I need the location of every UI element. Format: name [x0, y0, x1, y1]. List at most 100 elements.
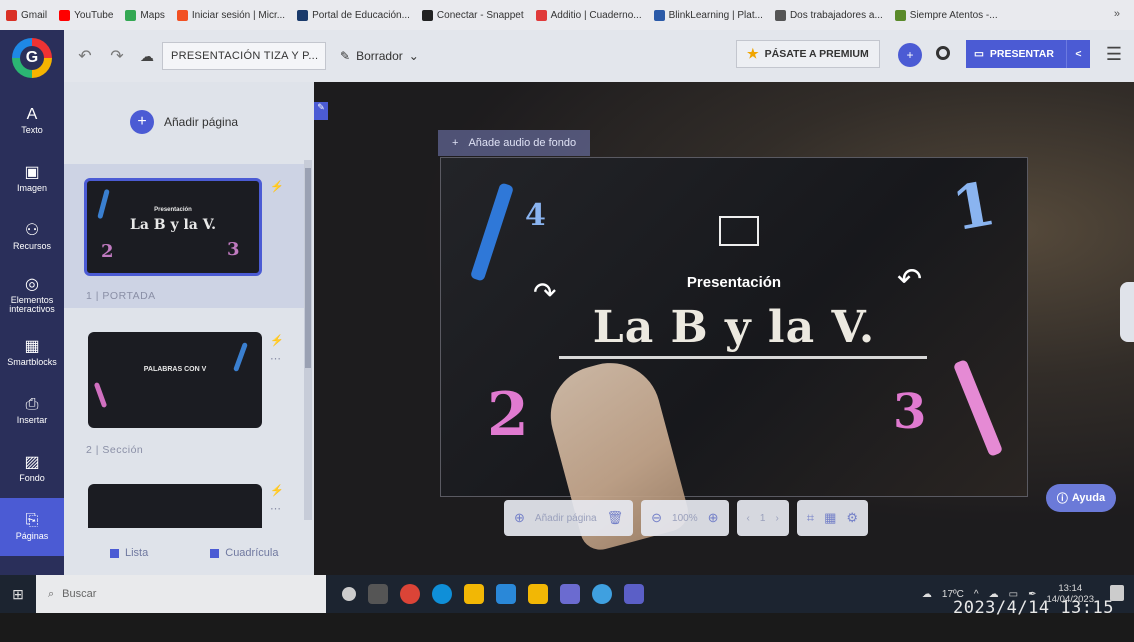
sidebar-item-insertar[interactable]: ⎙ Insertar	[0, 382, 64, 440]
bookmark-item[interactable]: Conectar - Snappet	[421, 9, 524, 21]
page-item[interactable]: PALABRAS CON V ⚡ ⋯ 2 | Sección	[64, 318, 304, 462]
sidebar-item-recursos[interactable]: ⚇ Recursos	[0, 208, 64, 266]
app-icon[interactable]	[592, 584, 612, 604]
widgets-icon[interactable]	[368, 584, 388, 604]
page-label: 2 | Sección	[86, 444, 144, 456]
sidebar-item-texto[interactable]: A Texto	[0, 92, 64, 150]
upgrade-premium-label: PÁSATE A PREMIUM	[764, 48, 869, 60]
bookmark-item[interactable]: YouTube	[59, 9, 113, 21]
title-underline	[559, 356, 927, 359]
collaborators-avatar[interactable]: +	[898, 43, 922, 67]
bookmark-item[interactable]: Gmail	[6, 9, 48, 21]
draft-label: Borrador	[356, 49, 403, 63]
windows-start-icon[interactable]: ⊞	[0, 586, 36, 603]
bookmark-label: Dos trabajadores a...	[789, 9, 883, 21]
sidebar-item-label: Texto	[21, 125, 43, 135]
page-thumbnail[interactable]: PALABRAS CON V	[88, 332, 262, 428]
taskbar-search[interactable]: ⌕ Buscar	[36, 575, 326, 613]
present-button[interactable]: ▭ PRESENTAR <	[966, 40, 1090, 68]
bookmark-item[interactable]: Siempre Atentos -...	[894, 9, 998, 21]
prev-page-icon[interactable]: ‹	[747, 513, 750, 524]
page-item[interactable]: ⚡ ⋯	[64, 472, 304, 528]
page-item[interactable]: Presentación La B y la V. 2 3 ⚡ 1 | PORT…	[64, 164, 304, 308]
undo-icon[interactable]: ↶	[74, 46, 96, 66]
bookmark-item[interactable]: Dos trabajadores a...	[774, 9, 883, 21]
bookmark-label: Portal de Educación...	[312, 9, 410, 21]
zoom-out-icon[interactable]: ⊖	[651, 510, 662, 526]
sidebar-item-imagen[interactable]: ▣ Imagen	[0, 150, 64, 208]
genially-logo[interactable]: G	[12, 38, 52, 78]
add-page-button[interactable]: + Añadir página	[64, 102, 314, 142]
upgrade-premium-button[interactable]: ★ PÁSATE A PREMIUM	[736, 40, 880, 68]
hamburger-menu-icon[interactable]: ☰	[1106, 44, 1122, 65]
page-thumbnail[interactable]	[88, 484, 262, 528]
bottom-add-page-label[interactable]: Añadir página	[535, 513, 597, 524]
store-icon[interactable]	[528, 584, 548, 604]
bookmark-item[interactable]: Maps	[125, 9, 165, 21]
sidebar-item-smartblocks[interactable]: ▦ Smartblocks	[0, 324, 64, 382]
page-actions[interactable]: ⚡	[270, 178, 284, 196]
sidebar-item-fondo[interactable]: ▨ Fondo	[0, 440, 64, 498]
sidebar-item-elementos[interactable]: ◎ Elementos interactivos	[0, 266, 64, 324]
page-actions[interactable]: ⚡ ⋯	[270, 332, 284, 368]
pencil-icon: ✎	[340, 49, 351, 63]
trash-icon[interactable]: 🗑	[607, 510, 624, 526]
add-background-audio-button[interactable]: + Añade audio de fondo	[438, 130, 591, 156]
next-page-icon[interactable]: ›	[775, 513, 778, 524]
page-number: 1	[759, 512, 766, 524]
insertar-icon: ⎙	[25, 396, 39, 413]
pink-chalk	[952, 359, 1004, 457]
help-button[interactable]: ⓘ Ayuda	[1046, 484, 1116, 512]
bookmark-item[interactable]: BlinkLearning | Plat...	[653, 9, 763, 21]
preview-eye-icon[interactable]	[936, 46, 950, 60]
plus-circle-icon[interactable]: ⊕	[514, 510, 525, 526]
photo-timestamp: 2023/4/14 13:15	[952, 598, 1114, 618]
slide-title: La B y la V.	[592, 302, 876, 353]
mail-icon[interactable]	[496, 584, 516, 604]
sidebar-item-páginas[interactable]: ⎘ Páginas	[0, 498, 64, 556]
sidebar-item-label: Recursos	[12, 241, 51, 251]
bookmark-label: Conectar - Snappet	[436, 9, 524, 21]
bookmark-item[interactable]: Portal de Educación...	[297, 9, 410, 21]
page-label: 1 | PORTADA	[86, 290, 156, 302]
editor-canvas[interactable]: ✎ + Añade audio de fondo 4 1 Presentació…	[314, 82, 1134, 575]
grid-icon[interactable]: ▦	[824, 510, 836, 526]
page-actions[interactable]: ⚡ ⋯	[270, 482, 284, 518]
help-label: Ayuda	[1071, 492, 1106, 504]
task-view-icon[interactable]	[342, 587, 356, 601]
blue-chalk	[469, 182, 515, 282]
file-explorer-icon[interactable]	[464, 584, 484, 604]
bookmark-item[interactable]: Additio | Cuaderno...	[535, 9, 642, 21]
pages-scrollbar[interactable]	[304, 160, 312, 520]
list-view-button[interactable]: Lista	[110, 547, 148, 559]
bookmark-favicon-icon	[6, 9, 17, 21]
presentation-title-input[interactable]: PRESENTACIÓN TIZA Y P...	[162, 42, 326, 70]
bookmark-label: Gmail	[21, 9, 48, 21]
fit-icon[interactable]: ⌗	[807, 510, 814, 526]
number-one: 1	[947, 168, 1001, 246]
zoom-in-icon[interactable]: ⊕	[708, 510, 719, 526]
bookmark-item[interactable]: Iniciar sesión | Micr...	[176, 9, 285, 21]
zoom-group: ⊖ 100% ⊕	[641, 500, 729, 536]
share-icon[interactable]: <	[1066, 40, 1090, 68]
bookmark-favicon-icon	[59, 9, 71, 21]
pin-icon[interactable]: ✎	[314, 102, 328, 120]
app-icon[interactable]	[560, 584, 580, 604]
draft-status-dropdown[interactable]: ✎ Borrador ⌄	[340, 49, 419, 63]
bookmarks-bar: Gmail YouTube Maps Iniciar sesión | Micr...…	[0, 0, 1134, 30]
bookmarks-overflow-button[interactable]: »	[1114, 8, 1120, 20]
slide[interactable]: 4 1 Presentación La B y la V. ↷ ↶ 2 3	[440, 157, 1028, 555]
chrome-icon[interactable]	[400, 584, 420, 604]
bookmark-favicon-icon	[774, 9, 786, 21]
teams-icon[interactable]	[624, 584, 644, 604]
question-icon: ⓘ	[1056, 493, 1068, 505]
edge-icon[interactable]	[432, 584, 452, 604]
present-label: PRESENTAR	[989, 48, 1054, 60]
settings-icon[interactable]: ⚙	[846, 510, 858, 526]
page-thumbnail[interactable]: Presentación La B y la V. 2 3	[84, 178, 262, 276]
redo-icon[interactable]: ↷	[106, 46, 128, 66]
view-options-group: ⌗ ▦ ⚙	[796, 500, 869, 536]
weather-icon[interactable]: ☁	[922, 589, 932, 600]
grid-view-button[interactable]: Cuadrícula	[210, 547, 278, 559]
right-panel-handle[interactable]	[1120, 282, 1134, 342]
